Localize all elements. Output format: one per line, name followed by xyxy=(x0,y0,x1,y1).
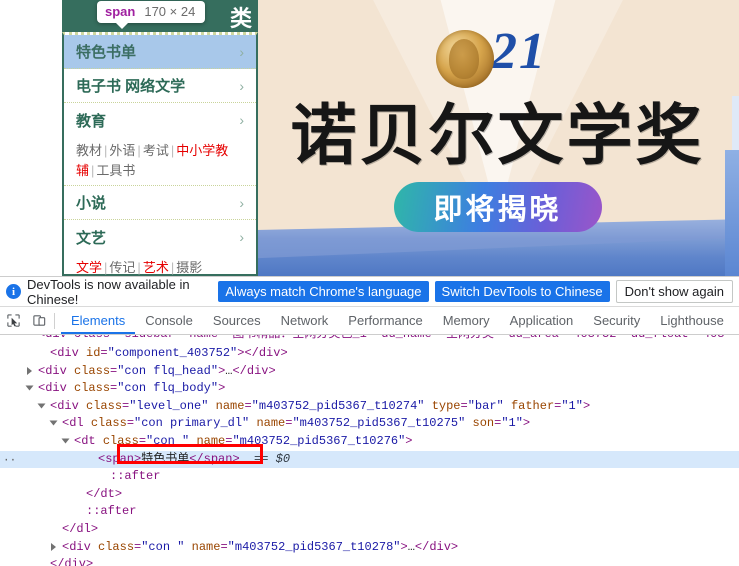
collapse-twisty-icon[interactable] xyxy=(61,438,70,444)
dom-node[interactable]: <dl class="con primary_dl" name="m403752… xyxy=(0,415,739,433)
banner-cta-label: 即将揭晓 xyxy=(433,194,562,226)
banner-right-accent-light xyxy=(732,96,739,150)
sub-link[interactable]: 摄影 xyxy=(176,260,202,275)
tab-performance[interactable]: Performance xyxy=(338,307,432,334)
tab-security[interactable]: Security xyxy=(583,307,650,334)
dom-node-selected[interactable]: <span>特色书单</span> == $0 ·· xyxy=(0,450,739,469)
inspect-cursor-icon[interactable] xyxy=(0,308,26,334)
tab-application[interactable]: Application xyxy=(500,307,584,334)
category-sub-education: 教材 | 外语 | 考试 | 中小学教辅 | 工具书 xyxy=(64,137,256,186)
devtools-panel: i DevTools is now available in Chinese! … xyxy=(0,276,739,566)
nobel-medal-icon xyxy=(435,30,494,88)
tooltip-dimensions: 170 × 24 xyxy=(144,4,196,19)
category-item-label: 文艺 xyxy=(76,229,107,247)
tab-console[interactable]: Console xyxy=(135,307,203,334)
devtools-tabbar: Elements Console Sources Network Perform… xyxy=(0,307,739,335)
chevron-right-icon: › xyxy=(239,229,244,245)
browser-page-viewport: 2 21 诺贝尔文学奖 即将揭晓 类 特色书单 › 电子书 网络文学 › 教育 … xyxy=(0,0,739,276)
category-item-label: 教育 xyxy=(76,112,107,130)
tab-sources[interactable]: Sources xyxy=(203,307,271,334)
category-item-novel[interactable]: 小说 › xyxy=(64,186,256,220)
category-item-label: 小说 xyxy=(76,195,107,212)
banner-title: 诺贝尔文学奖 xyxy=(290,100,705,173)
dom-node[interactable]: <div class="level_one" name="m403752_pid… xyxy=(0,398,739,416)
dom-node[interactable]: <div class="con flq_head">…</div> xyxy=(0,363,739,381)
dom-node[interactable]: <div class="con " name="m403752_pid5367_… xyxy=(0,539,739,557)
category-item-label: 电子书 网络文学 xyxy=(76,78,186,95)
collapse-twisty-icon[interactable] xyxy=(25,385,34,391)
tab-lighthouse[interactable]: Lighthouse xyxy=(650,307,734,334)
dom-node[interactable]: ::after xyxy=(0,503,739,521)
nobel-prize-banner[interactable]: 2 21 诺贝尔文学奖 即将揭晓 xyxy=(256,0,739,276)
banner-right-accent xyxy=(725,150,739,276)
category-item-education[interactable]: 教育 › xyxy=(64,103,256,137)
dom-node[interactable]: ::after xyxy=(0,468,739,486)
tab-elements[interactable]: Elements xyxy=(61,307,135,334)
sub-separator: | xyxy=(137,143,141,158)
sub-link[interactable]: 传记 xyxy=(109,260,135,275)
info-icon: i xyxy=(6,284,21,299)
dom-node[interactable]: <div class="con flq_body"> xyxy=(0,380,739,398)
dom-node[interactable]: </dt> xyxy=(0,486,739,504)
tab-memory[interactable]: Memory xyxy=(433,307,500,334)
category-item-arts[interactable]: 文艺 › xyxy=(64,220,256,254)
category-sub-arts: 文学 | 传记 | 艺术 | 摄影 xyxy=(64,254,256,276)
expand-twisty-icon[interactable] xyxy=(27,366,32,375)
collapse-twisty-icon[interactable] xyxy=(37,403,46,409)
notification-message: DevTools is now available in Chinese! xyxy=(27,276,190,307)
chevron-right-icon: › xyxy=(239,112,244,128)
dom-tree[interactable]: <div class="sidebar" name="图书精品：全网分类色_1"… xyxy=(0,335,739,566)
device-toolbar-icon[interactable] xyxy=(26,308,52,334)
always-match-language-button[interactable]: Always match Chrome's language xyxy=(218,281,429,302)
category-item-label: 特色书单 xyxy=(76,44,137,61)
tab-network[interactable]: Network xyxy=(271,307,339,334)
banner-cta-pill[interactable]: 即将揭晓 xyxy=(393,182,602,232)
inspect-element-tooltip: span 170 × 24 xyxy=(97,1,206,29)
dom-node[interactable]: </dl> xyxy=(0,521,739,539)
toolbar-divider xyxy=(54,312,55,329)
category-item-ebook[interactable]: 电子书 网络文学 › xyxy=(64,69,256,103)
dom-node[interactable]: </div> xyxy=(0,556,739,566)
dont-show-again-button[interactable]: Don't show again xyxy=(615,280,733,303)
banner-year: 2 21 xyxy=(448,23,547,80)
sub-link[interactable]: 教材 xyxy=(76,143,102,158)
sub-link[interactable]: 外语 xyxy=(109,143,135,158)
chevron-right-icon: › xyxy=(239,194,244,211)
sub-link-highlight[interactable]: 文学 xyxy=(76,260,102,275)
dom-node[interactable]: <div id="component_403752"></div> xyxy=(0,345,739,363)
tooltip-tag-name: span xyxy=(105,4,136,19)
sub-link-highlight[interactable]: 艺术 xyxy=(143,260,169,275)
switch-to-chinese-button[interactable]: Switch DevTools to Chinese xyxy=(434,281,610,302)
chevron-right-icon: › xyxy=(239,77,244,94)
sub-link[interactable]: 工具书 xyxy=(96,163,135,178)
dom-node[interactable]: <dt class="con " name="m403752_pid5367_t… xyxy=(0,433,739,451)
expand-twisty-icon[interactable] xyxy=(51,542,56,551)
category-item-featured[interactable]: 特色书单 › xyxy=(64,35,256,69)
sub-separator: | xyxy=(137,260,141,275)
sub-link[interactable]: 考试 xyxy=(143,143,169,158)
category-dropdown-panel[interactable]: 特色书单 › 电子书 网络文学 › 教育 › 教材 | 外语 | 考试 | 中小学教辅 | 工具… xyxy=(62,32,258,276)
devtools-language-notification: i DevTools is now available in Chinese! … xyxy=(0,277,739,307)
collapse-twisty-icon[interactable] xyxy=(49,420,58,426)
chevron-right-icon: › xyxy=(239,43,244,60)
dom-tree-clipped-line: <div class="sidebar" name="图书精品：全网分类色_1"… xyxy=(0,335,739,342)
site-category-label: 类 xyxy=(229,6,252,31)
tooltip-pointer xyxy=(115,22,129,29)
